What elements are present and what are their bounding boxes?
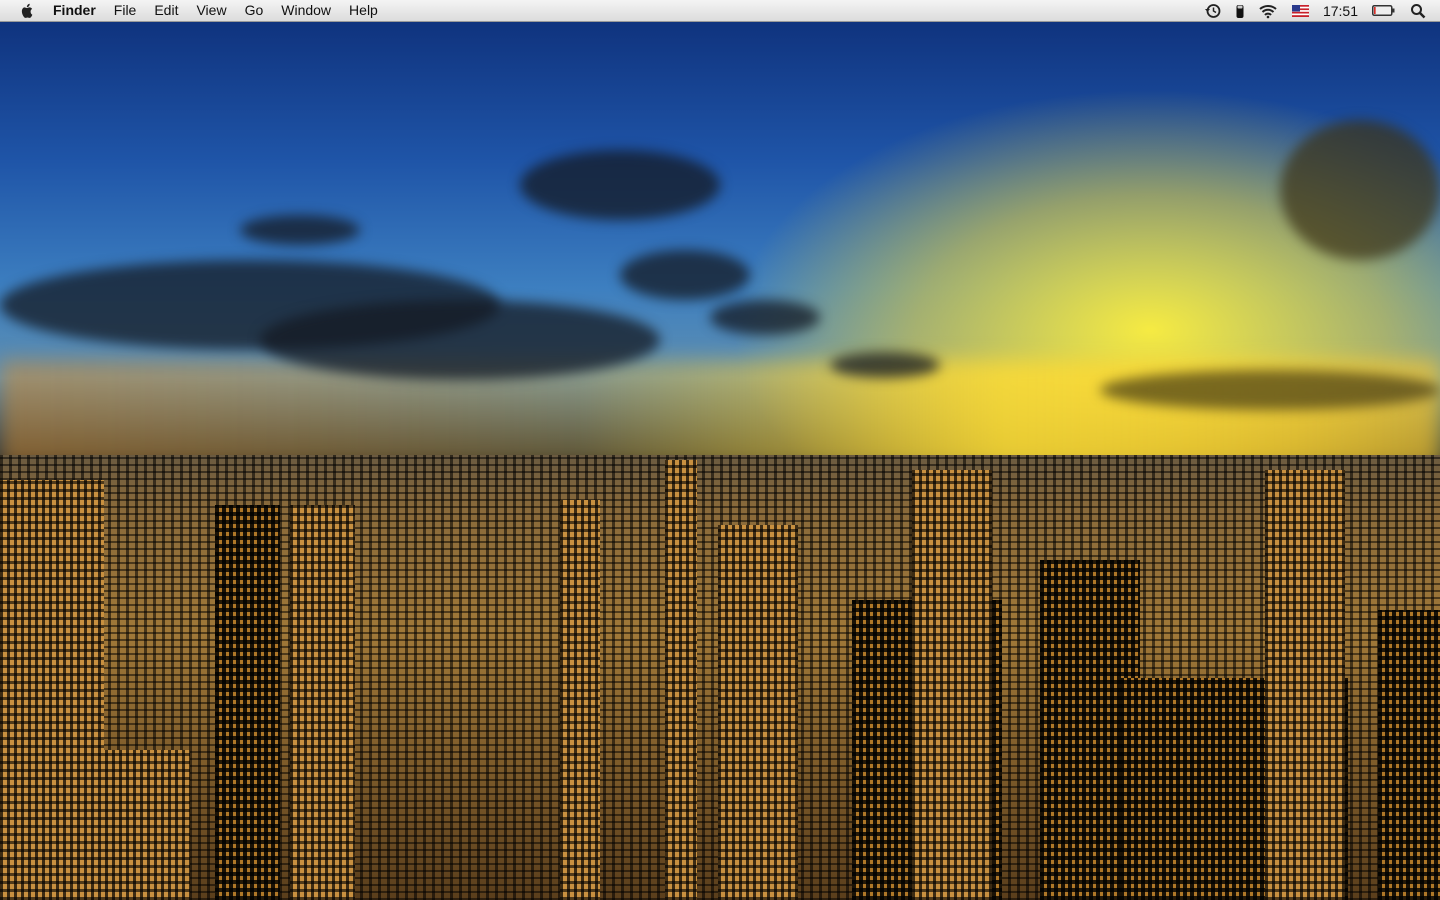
menu-window[interactable]: Window	[272, 0, 340, 21]
menu-edit[interactable]: Edit	[145, 0, 187, 21]
building	[215, 505, 280, 900]
building	[912, 470, 992, 900]
battery-level	[1374, 7, 1376, 14]
cloud	[1100, 370, 1440, 410]
status-menus: 17:51	[1204, 0, 1440, 21]
cloud	[710, 300, 820, 335]
apple-menu-icon[interactable]	[18, 2, 36, 20]
building	[1265, 470, 1345, 900]
menu-go[interactable]: Go	[236, 0, 273, 21]
empire-state-building	[665, 460, 697, 900]
cloud	[620, 250, 750, 300]
building	[560, 500, 600, 900]
city-skyline	[0, 455, 1440, 900]
spotlight-icon[interactable]	[1410, 3, 1426, 19]
cloud	[830, 352, 940, 378]
bluetooth-battery-icon[interactable]	[1236, 3, 1244, 19]
us-flag-input-icon[interactable]	[1291, 4, 1309, 17]
desktop-wallpaper	[0, 0, 1440, 900]
cloud	[520, 150, 720, 220]
building	[290, 505, 355, 900]
cloud	[240, 215, 360, 245]
menu-bar: Finder File Edit View Go Window Help 17:…	[0, 0, 1440, 22]
building	[718, 525, 798, 900]
clock[interactable]: 17:51	[1323, 3, 1358, 19]
cloud	[1280, 120, 1440, 260]
cloud	[260, 300, 660, 380]
time-machine-icon[interactable]	[1204, 3, 1222, 19]
menu-finder[interactable]: Finder	[44, 0, 105, 21]
menu-view[interactable]: View	[187, 0, 235, 21]
building	[1378, 610, 1440, 900]
wifi-icon[interactable]	[1258, 3, 1278, 19]
menu-file[interactable]: File	[105, 0, 146, 21]
building	[0, 750, 190, 900]
battery-icon[interactable]	[1372, 4, 1396, 17]
menu-help[interactable]: Help	[340, 0, 387, 21]
